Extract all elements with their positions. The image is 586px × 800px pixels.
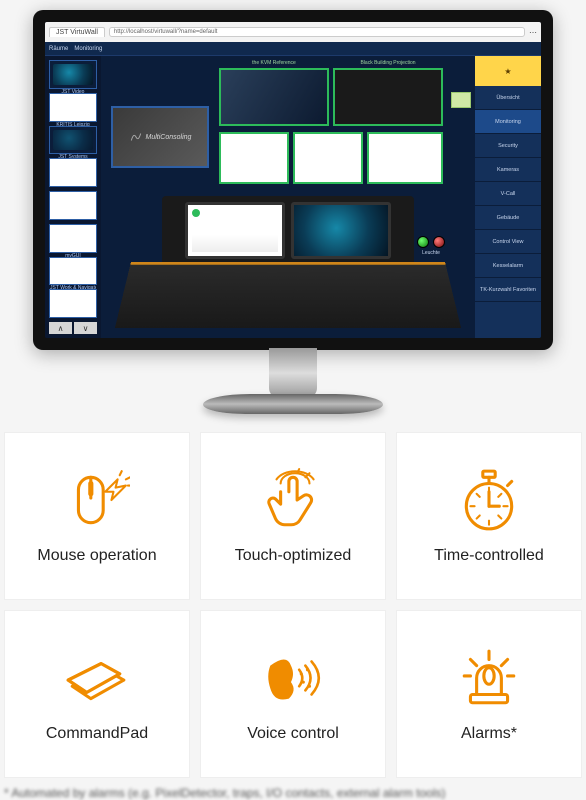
touch-icon	[260, 467, 326, 533]
rp-overview[interactable]: Übersicht	[475, 86, 541, 110]
monitor-bezel: JST VirtuWall http://localhost/virtuwall…	[33, 10, 553, 350]
feature-alarms: Alarms*	[396, 610, 582, 778]
commandpad-icon	[64, 645, 130, 711]
thumb-4[interactable]	[49, 191, 97, 220]
indicator-label: Leuchte	[422, 250, 440, 256]
thumb-2[interactable]: JST Systems	[49, 126, 97, 155]
operator-desk: Leuchte	[131, 196, 445, 328]
rp-kesselalarm[interactable]: Kesselalarm	[475, 254, 541, 278]
voice-icon	[260, 645, 326, 711]
feature-time-label: Time-controlled	[434, 547, 544, 565]
thumb-6[interactable]: JST Work & Navigate	[49, 257, 97, 286]
tile-kvm[interactable]: the KVM Reference	[219, 68, 329, 126]
multiconsoling-logo: MultiConsoling	[129, 130, 192, 144]
feature-grid: Mouse operation Touch-optimized	[4, 432, 582, 778]
thumb-down-button[interactable]: ∨	[74, 322, 97, 334]
rp-favorites[interactable]: TK-Kurzwahl Favoriten	[475, 278, 541, 302]
tile-3[interactable]	[219, 132, 289, 184]
tile-4[interactable]	[293, 132, 363, 184]
menu-item-rooms[interactable]: Räume	[49, 46, 68, 52]
feature-mouse-label: Mouse operation	[37, 547, 156, 565]
feature-alarms-label: Alarms*	[461, 725, 517, 743]
tile-multiconsoling[interactable]: MultiConsoling	[111, 106, 209, 168]
rp-header[interactable]: ★	[475, 56, 541, 86]
thumb-1[interactable]: KRITIS Leipzig	[49, 93, 97, 122]
led-green[interactable]	[417, 236, 429, 248]
thumb-3[interactable]	[49, 158, 97, 187]
rp-controlview[interactable]: Control View	[475, 230, 541, 254]
thumbnail-sidebar: JST Video KRITIS Leipzig JST Systems myG…	[45, 56, 101, 338]
thumb-0[interactable]: JST Video	[49, 60, 97, 89]
footnote: * Automated by alarms (e.g. PixelDetecto…	[4, 786, 582, 800]
desk-monitor-left[interactable]	[185, 202, 285, 259]
feature-mouse: Mouse operation	[4, 432, 190, 600]
monitor-stand-base	[203, 394, 383, 414]
feature-touch-label: Touch-optimized	[235, 547, 352, 565]
rp-security[interactable]: Security	[475, 134, 541, 158]
feature-voice: Voice control	[200, 610, 386, 778]
feature-voice-label: Voice control	[247, 725, 339, 743]
desk-monitor-right[interactable]	[291, 202, 391, 259]
rp-monitoring[interactable]: Monitoring	[475, 110, 541, 134]
feature-commandpad: CommandPad	[4, 610, 190, 778]
rp-building[interactable]: Gebäude	[475, 206, 541, 230]
app-menubar: Räume Monitoring	[45, 42, 541, 56]
thumb-7[interactable]	[49, 289, 97, 318]
canvas-area[interactable]: MultiConsoling the KVM Reference Black B…	[101, 56, 475, 338]
monitor-stand-neck	[269, 348, 317, 398]
status-indicator: Leuchte	[417, 236, 445, 256]
rp-vcall[interactable]: V-Call	[475, 182, 541, 206]
monitor-mockup: JST VirtuWall http://localhost/virtuwall…	[33, 10, 553, 414]
sticky-note[interactable]	[451, 92, 471, 108]
thumb-up-button[interactable]: ∧	[49, 322, 72, 334]
screen: JST VirtuWall http://localhost/virtuwall…	[45, 22, 541, 338]
address-bar[interactable]: http://localhost/virtuwall/?name=default	[109, 27, 525, 37]
alarm-icon	[456, 645, 522, 711]
app-body: JST Video KRITIS Leipzig JST Systems myG…	[45, 56, 541, 338]
browser-tab[interactable]: JST VirtuWall	[49, 27, 105, 37]
browser-menu-icon[interactable]: ⋯	[529, 28, 537, 37]
feature-commandpad-label: CommandPad	[46, 725, 148, 743]
feature-touch: Touch-optimized	[200, 432, 386, 600]
rp-cameras[interactable]: Kameras	[475, 158, 541, 182]
led-red[interactable]	[433, 236, 445, 248]
tile-projection[interactable]: Black Building Projection	[333, 68, 443, 126]
mouse-icon	[64, 467, 130, 533]
feature-time: Time-controlled	[396, 432, 582, 600]
right-panel: ★ Übersicht Monitoring Security Kameras …	[475, 56, 541, 338]
stopwatch-icon	[456, 467, 522, 533]
thumb-5[interactable]: myGUI	[49, 224, 97, 253]
browser-chrome: JST VirtuWall http://localhost/virtuwall…	[45, 22, 541, 42]
tile-5[interactable]	[367, 132, 443, 184]
menu-item-monitoring[interactable]: Monitoring	[74, 46, 102, 52]
